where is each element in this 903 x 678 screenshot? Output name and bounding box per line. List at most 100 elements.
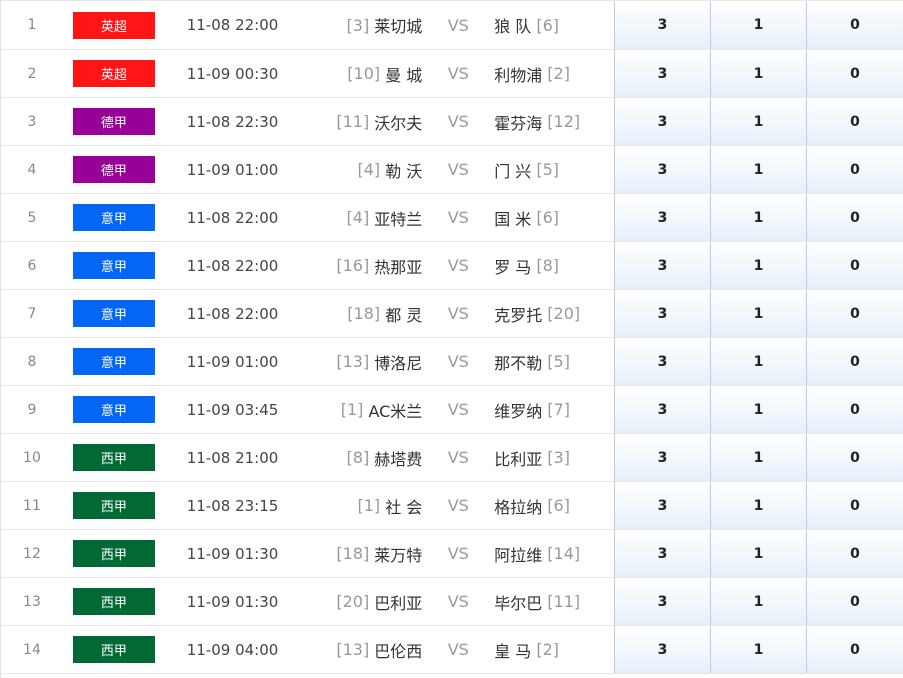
- away-team[interactable]: 狼 队 [6]: [494, 1, 614, 49]
- home-team[interactable]: [8] 赫塔费: [303, 434, 423, 481]
- score-win[interactable]: 3: [614, 290, 710, 337]
- match-row[interactable]: 14 西甲 11-09 04:00 [13] 巴伦西 VS 皇 马 [2] 3 …: [1, 626, 903, 674]
- match-row[interactable]: 5 意甲 11-08 22:00 [4] 亚特兰 VS 国 米 [6] 3 1 …: [1, 194, 903, 242]
- score-loss[interactable]: 0: [806, 194, 903, 241]
- away-team[interactable]: 罗 马 [8]: [494, 242, 614, 289]
- score-win[interactable]: 3: [614, 530, 710, 577]
- home-team[interactable]: [16] 热那亚: [303, 242, 422, 289]
- home-team[interactable]: [4] 亚特兰: [303, 194, 423, 241]
- home-team[interactable]: [11] 沃尔夫: [303, 98, 422, 145]
- score-draw[interactable]: 1: [710, 1, 806, 49]
- score-draw[interactable]: 1: [710, 98, 806, 145]
- away-team[interactable]: 格拉纳 [6]: [494, 482, 614, 529]
- league-badge[interactable]: 西甲: [72, 588, 155, 615]
- score-win[interactable]: 3: [614, 626, 710, 673]
- score-draw[interactable]: 1: [710, 626, 806, 673]
- score-win[interactable]: 3: [614, 50, 710, 97]
- home-team[interactable]: [13] 巴伦西: [303, 626, 422, 673]
- score-loss[interactable]: 0: [806, 338, 903, 385]
- score-loss[interactable]: 0: [806, 290, 903, 337]
- score-win[interactable]: 3: [614, 434, 710, 481]
- match-row[interactable]: 3 德甲 11-08 22:30 [11] 沃尔夫 VS 霍芬海 [12] 3 …: [1, 98, 903, 146]
- league-badge[interactable]: 意甲: [72, 252, 155, 279]
- away-team[interactable]: 利物浦 [2]: [494, 50, 614, 97]
- home-team[interactable]: [18] 莱万特: [303, 530, 422, 577]
- score-draw[interactable]: 1: [710, 386, 806, 433]
- home-team[interactable]: [13] 博洛尼: [303, 338, 423, 385]
- away-team[interactable]: 霍芬海 [12]: [494, 98, 614, 145]
- score-win[interactable]: 3: [614, 194, 710, 241]
- match-row[interactable]: 11 西甲 11-08 23:15 [1] 社 会 VS 格拉纳 [6] 3 1…: [1, 482, 903, 530]
- away-team[interactable]: 那不勒 [5]: [494, 338, 614, 385]
- match-row[interactable]: 6 意甲 11-08 22:00 [16] 热那亚 VS 罗 马 [8] 3 1…: [1, 242, 903, 290]
- match-row[interactable]: 13 西甲 11-09 01:30 [20] 巴利亚 VS 毕尔巴 [11] 3…: [1, 578, 903, 626]
- match-row[interactable]: 1 英超 11-08 22:00 [3] 莱切城 VS 狼 队 [6] 3 1 …: [1, 0, 903, 50]
- league-badge[interactable]: 意甲: [72, 204, 155, 231]
- score-win[interactable]: 3: [614, 1, 710, 49]
- score-loss[interactable]: 0: [806, 626, 903, 673]
- score-win[interactable]: 3: [614, 482, 710, 529]
- home-team[interactable]: [20] 巴利亚: [303, 578, 422, 625]
- home-team[interactable]: [3] 莱切城: [303, 1, 423, 49]
- home-team[interactable]: [10] 曼 城: [303, 50, 422, 97]
- score-loss[interactable]: 0: [806, 98, 903, 145]
- score-win[interactable]: 3: [614, 242, 710, 289]
- score-loss[interactable]: 0: [806, 482, 903, 529]
- score-win[interactable]: 3: [614, 146, 710, 193]
- away-team[interactable]: 阿拉维 [14]: [494, 530, 614, 577]
- league-badge[interactable]: 意甲: [72, 300, 155, 327]
- league-badge[interactable]: 意甲: [72, 348, 155, 375]
- league-badge[interactable]: 英超: [72, 60, 155, 87]
- score-draw[interactable]: 1: [710, 194, 806, 241]
- away-team[interactable]: 维罗纳 [7]: [494, 386, 614, 433]
- home-team-name: 博洛尼: [374, 353, 423, 373]
- score-loss[interactable]: 0: [806, 530, 903, 577]
- score-loss[interactable]: 0: [806, 434, 903, 481]
- away-team[interactable]: 毕尔巴 [11]: [494, 578, 614, 625]
- league-badge[interactable]: 西甲: [72, 540, 155, 567]
- match-row[interactable]: 7 意甲 11-08 22:00 [18] 都 灵 VS 克罗托 [20] 3 …: [1, 290, 903, 338]
- away-team[interactable]: 皇 马 [2]: [494, 626, 614, 673]
- score-loss[interactable]: 0: [806, 50, 903, 97]
- score-win[interactable]: 3: [614, 386, 710, 433]
- league-badge[interactable]: 意甲: [72, 396, 155, 423]
- score-loss[interactable]: 0: [806, 146, 903, 193]
- league-badge[interactable]: 德甲: [72, 156, 155, 183]
- home-team[interactable]: [4] 勒 沃: [303, 146, 422, 193]
- score-win[interactable]: 3: [614, 98, 710, 145]
- score-draw[interactable]: 1: [710, 290, 806, 337]
- match-row[interactable]: 12 西甲 11-09 01:30 [18] 莱万特 VS 阿拉维 [14] 3…: [1, 530, 903, 578]
- score-loss[interactable]: 0: [806, 1, 903, 49]
- league-badge[interactable]: 西甲: [72, 492, 155, 519]
- score-draw[interactable]: 1: [710, 338, 806, 385]
- score-draw[interactable]: 1: [710, 50, 806, 97]
- score-loss[interactable]: 0: [806, 386, 903, 433]
- away-team[interactable]: 门 兴 [5]: [494, 146, 614, 193]
- score-loss[interactable]: 0: [806, 578, 903, 625]
- home-team[interactable]: [1] AC米兰: [303, 386, 423, 433]
- league-badge[interactable]: 西甲: [72, 444, 155, 471]
- match-row[interactable]: 10 西甲 11-08 21:00 [8] 赫塔费 VS 比利亚 [3] 3 1…: [1, 434, 903, 482]
- league-badge[interactable]: 西甲: [72, 636, 155, 663]
- home-team[interactable]: [1] 社 会: [303, 482, 422, 529]
- match-row[interactable]: 2 英超 11-09 00:30 [10] 曼 城 VS 利物浦 [2] 3 1…: [1, 50, 903, 98]
- score-draw[interactable]: 1: [710, 530, 806, 577]
- score-loss[interactable]: 0: [806, 242, 903, 289]
- league-badge[interactable]: 德甲: [72, 108, 155, 135]
- score-draw[interactable]: 1: [710, 434, 806, 481]
- match-row[interactable]: 9 意甲 11-09 03:45 [1] AC米兰 VS 维罗纳 [7] 3 1…: [1, 386, 903, 434]
- home-team[interactable]: [18] 都 灵: [303, 290, 422, 337]
- away-team[interactable]: 克罗托 [20]: [494, 290, 614, 337]
- match-row[interactable]: 4 德甲 11-09 01:00 [4] 勒 沃 VS 门 兴 [5] 3 1 …: [1, 146, 903, 194]
- score-draw[interactable]: 1: [710, 242, 806, 289]
- match-row[interactable]: 8 意甲 11-09 01:00 [13] 博洛尼 VS 那不勒 [5] 3 1…: [1, 338, 903, 386]
- vs-label: VS: [447, 304, 469, 323]
- away-team[interactable]: 国 米 [6]: [494, 194, 614, 241]
- score-draw[interactable]: 1: [710, 482, 806, 529]
- score-draw[interactable]: 1: [710, 146, 806, 193]
- score-draw[interactable]: 1: [710, 578, 806, 625]
- score-win[interactable]: 3: [614, 578, 710, 625]
- league-badge[interactable]: 英超: [72, 11, 155, 39]
- score-win[interactable]: 3: [614, 338, 710, 385]
- away-team[interactable]: 比利亚 [3]: [494, 434, 614, 481]
